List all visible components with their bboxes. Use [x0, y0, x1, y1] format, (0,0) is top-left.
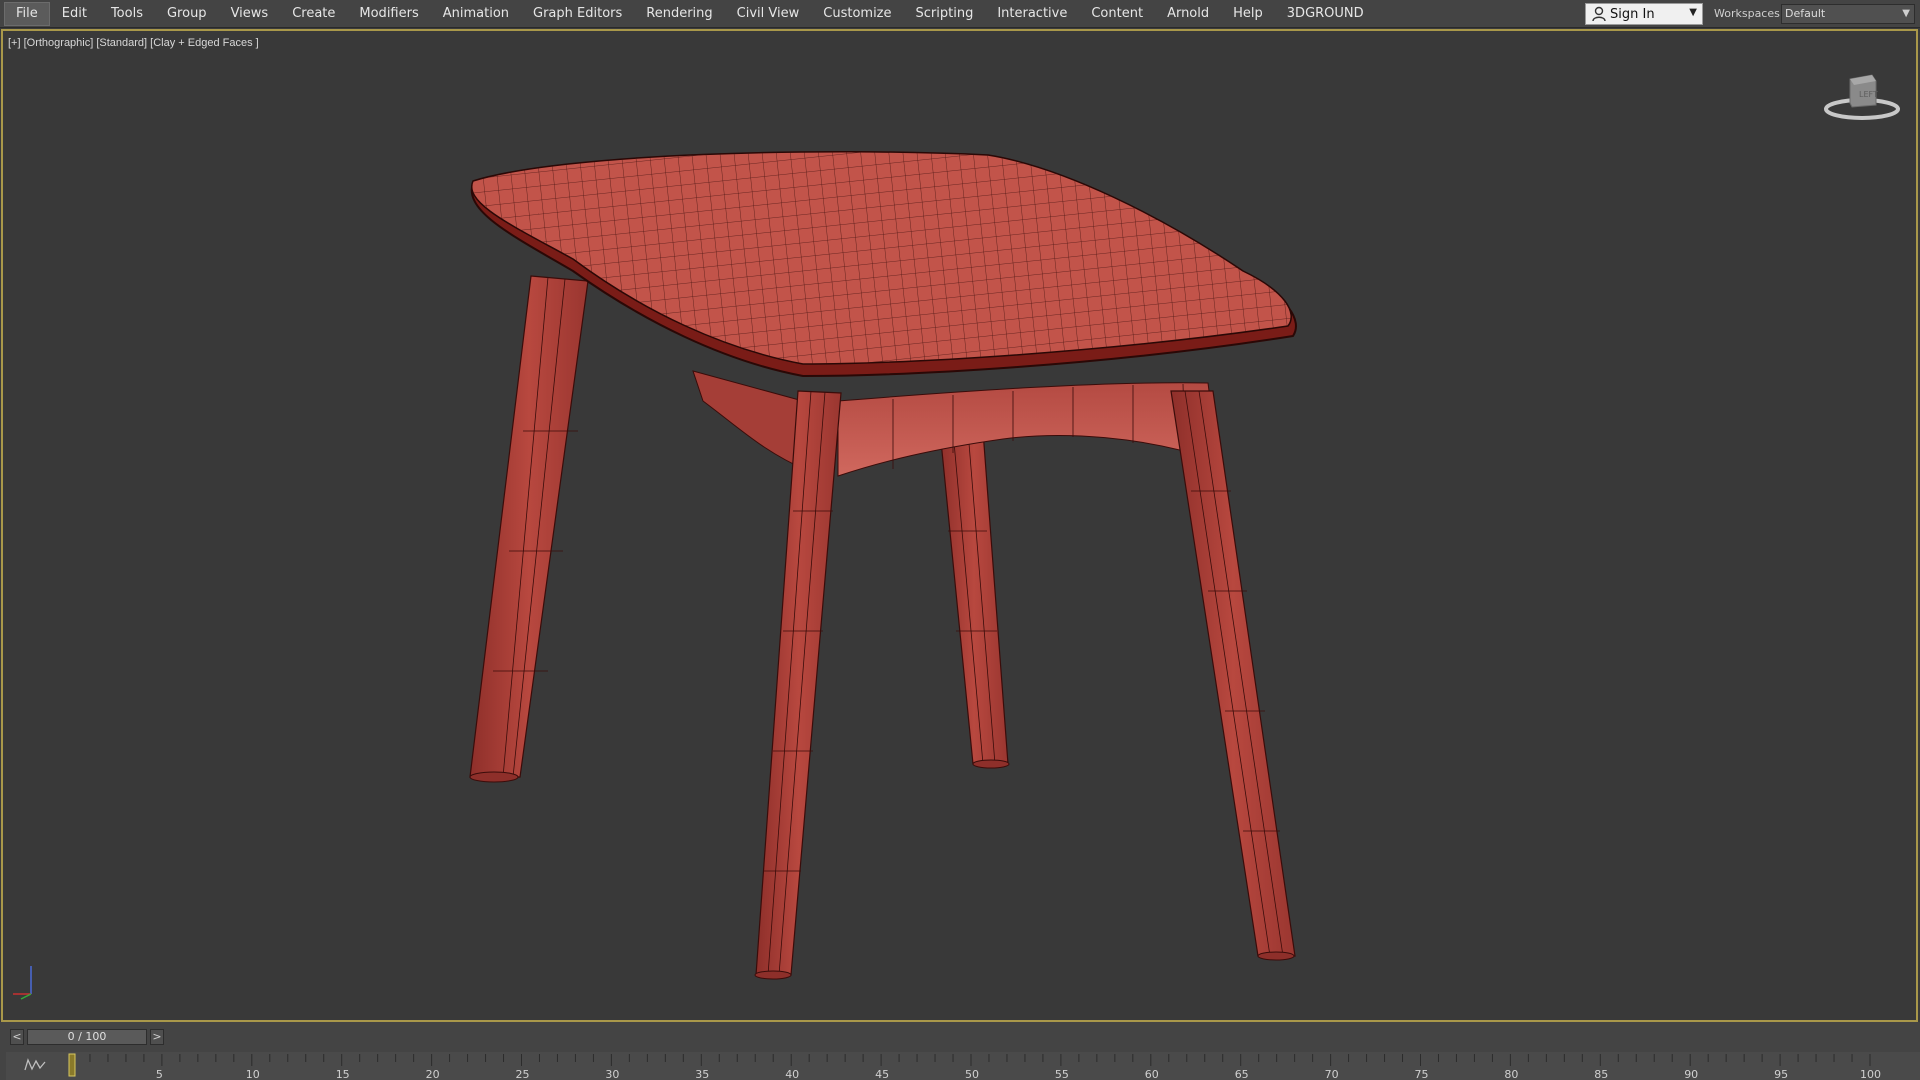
menu-item-animation[interactable]: Animation [431, 3, 521, 25]
table-leg-front-left [754, 390, 842, 980]
workspaces-dropdown[interactable]: Default ▼ [1781, 4, 1915, 24]
viewcube-icon[interactable]: LEFT [1822, 67, 1902, 127]
time-slider-handle[interactable]: 0 / 100 [27, 1029, 147, 1045]
menu-item-3dground[interactable]: 3DGROUND [1275, 3, 1376, 25]
timeline-tick-label: 10 [246, 1068, 260, 1080]
timeline-tick-label: 25 [516, 1068, 530, 1080]
viewport-perspective[interactable]: [+] [Orthographic] [Standard] [Clay + Ed… [1, 29, 1918, 1022]
time-slider[interactable]: < 0 / 100 > [10, 1028, 165, 1046]
table-leg-back-right [939, 430, 1010, 769]
timeline-panel: < 0 / 100 > 5 10 15 20 25 30 35 40 45 50 55 60 65 70 7… [0, 1022, 1920, 1080]
timeline-tick-label: 75 [1415, 1068, 1429, 1080]
next-frame-button[interactable]: > [150, 1029, 164, 1045]
timeline-tick-label: 20 [426, 1068, 440, 1080]
prev-frame-button[interactable]: < [10, 1029, 24, 1045]
timeline-tick-label: 60 [1145, 1068, 1159, 1080]
timeline-tick-label: 95 [1774, 1068, 1788, 1080]
table-model[interactable] [3, 31, 1916, 1020]
table-leg-back-left [469, 275, 589, 783]
svg-text:LEFT: LEFT [1859, 90, 1878, 99]
menu-item-views[interactable]: Views [219, 3, 281, 25]
timeline-tick-label: 30 [605, 1068, 619, 1080]
track-bar[interactable]: 5 10 15 20 25 30 35 40 45 50 55 60 65 70 75 80 85 90 95 100 [6, 1052, 1920, 1080]
timeline-tick-label: 40 [785, 1068, 799, 1080]
menu-items: File Edit Tools Group Views Create Modifiers An… [0, 0, 1376, 27]
menu-item-content[interactable]: Content [1079, 3, 1155, 25]
menu-item-scripting[interactable]: Scripting [904, 3, 986, 25]
sign-in-label: Sign In [1610, 6, 1655, 22]
timeline-tick-label: 85 [1594, 1068, 1608, 1080]
timeline-ruler[interactable]: 5 10 15 20 25 30 35 40 45 50 55 60 65 70 75 80 85 90 95 100 [62, 1052, 1902, 1080]
current-frame-marker[interactable] [68, 1053, 76, 1077]
menu-bar: File Edit Tools Group Views Create Modifiers An… [0, 0, 1920, 28]
timeline-tick-label: 90 [1684, 1068, 1698, 1080]
menu-item-help[interactable]: Help [1221, 3, 1275, 25]
menu-item-graph-editors[interactable]: Graph Editors [521, 3, 634, 25]
menu-item-customize[interactable]: Customize [811, 3, 903, 25]
menu-item-group[interactable]: Group [155, 3, 219, 25]
table-top [470, 150, 1297, 378]
workspaces-value: Default [1785, 7, 1826, 20]
timeline-tick-label: 45 [875, 1068, 889, 1080]
menu-item-arnold[interactable]: Arnold [1155, 3, 1221, 25]
menu-item-file[interactable]: File [4, 1, 50, 26]
timeline-tick-label: 55 [1055, 1068, 1069, 1080]
timeline-tick-label: 5 [156, 1068, 163, 1080]
menu-item-tools[interactable]: Tools [99, 3, 155, 25]
menu-item-modifiers[interactable]: Modifiers [347, 3, 430, 25]
timeline-tick-label: 100 [1860, 1068, 1881, 1080]
timeline-tick-label: 70 [1325, 1068, 1339, 1080]
timeline-tick-label: 50 [965, 1068, 979, 1080]
curve-editor-icon[interactable] [10, 1054, 56, 1076]
timeline-tick-label: 35 [695, 1068, 709, 1080]
timeline-tick-label: 15 [336, 1068, 350, 1080]
table-leg-front-right [1170, 390, 1296, 961]
chevron-down-icon: ▼ [1902, 8, 1910, 19]
menu-item-create[interactable]: Create [280, 3, 347, 25]
axis-tripod-icon [13, 966, 32, 1000]
menu-item-rendering[interactable]: Rendering [634, 3, 724, 25]
menu-item-civil-view[interactable]: Civil View [725, 3, 812, 25]
user-icon [1592, 6, 1606, 22]
timeline-tick-label: 65 [1235, 1068, 1249, 1080]
timeline-tick-label: 80 [1504, 1068, 1518, 1080]
sign-in-button[interactable]: Sign In ▼ [1585, 3, 1703, 25]
menu-item-interactive[interactable]: Interactive [985, 3, 1079, 25]
chevron-down-icon: ▼ [1689, 7, 1697, 18]
workspaces-label: Workspaces: [1714, 7, 1784, 20]
menu-item-edit[interactable]: Edit [50, 3, 99, 25]
